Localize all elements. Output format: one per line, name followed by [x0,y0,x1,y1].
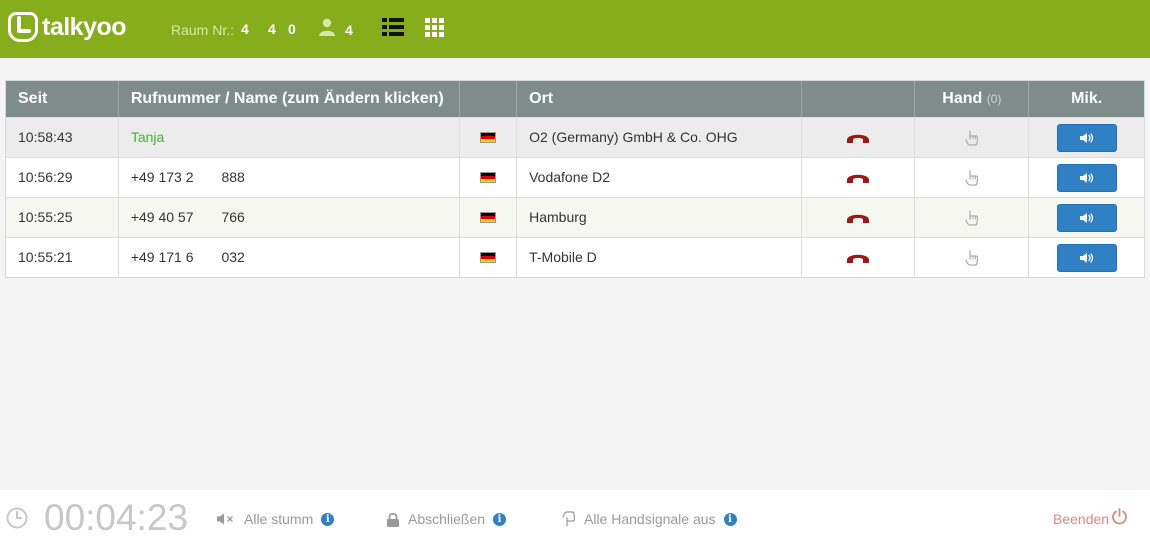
lock-button[interactable]: Abschließen i [386,511,507,527]
info-icon[interactable]: i [493,512,507,526]
table-row: 10:56:29 +49 173 2 888 Vodafone D2 [6,157,1144,197]
call-timer: 00:04:23 [44,497,189,538]
column-header-seit: Seit [6,81,119,117]
mic-button[interactable] [1056,203,1117,232]
info-icon[interactable]: i [321,512,335,526]
hand-icon[interactable] [965,129,979,146]
user-icon [319,18,335,36]
speaker-icon [1079,252,1093,263]
number-cell[interactable]: Tanja [119,118,461,157]
status-cell [802,238,916,277]
column-header-mic: Mik. [1071,90,1103,107]
time-cell: 10:55:21 [6,238,119,277]
hand-cell [915,198,1030,237]
number-cell[interactable]: +49 171 6 032 [119,238,461,277]
status-cell [802,158,916,197]
hand-cell [915,238,1030,277]
column-header-flag [460,81,518,117]
mic-cell [1029,118,1144,157]
table-row: 10:58:43 Tanja O2 (Germany) GmbH & Co. O… [6,117,1144,157]
participants-table: Seit Rufnummer / Name (zum Ändern klicke… [5,80,1145,278]
mic-button[interactable] [1056,123,1117,152]
end-call-label[interactable]: Beenden [1053,511,1109,527]
table-row: 10:55:21 +49 171 6 032 T-Mobile D [6,237,1144,277]
hand-count: (0) [986,92,1002,106]
hand-label: Hand [942,90,983,107]
hand-down-icon [562,511,576,527]
time-cell: 10:58:43 [6,118,119,157]
participants-count: 4 [345,22,353,38]
number-cell[interactable]: +49 40 57 766 [119,198,461,237]
top-bar: talkyoo Raum Nr.: 4 4 0 4 [0,0,1150,58]
status-cell [802,198,916,237]
table-row: 10:55:25 +49 40 57 766 Hamburg [6,197,1144,237]
flag-cell [460,118,518,157]
hangup-icon[interactable] [846,172,870,184]
speaker-icon [1079,212,1093,223]
hand-cell [915,118,1030,157]
speaker-mute-icon [217,513,233,525]
column-header-hand: Hand (0) [915,81,1030,117]
mic-button[interactable] [1056,243,1117,272]
germany-flag-icon [480,172,497,183]
hangup-icon[interactable] [846,212,870,224]
location-cell: Vodafone D2 [517,158,802,197]
mute-all-button[interactable]: Alle stumm i [216,511,335,527]
time-cell: 10:56:29 [6,158,119,197]
speaker-icon [1079,172,1093,183]
room-digit: 4 [268,21,276,37]
column-header-status [802,81,916,117]
clock-icon [6,507,28,529]
footer-bar: 00:04:23 Alle stumm i Abschließen i Alle… [0,490,1150,542]
logo-mark-icon [8,12,38,42]
germany-flag-icon [480,132,497,143]
flag-cell [460,238,518,277]
column-header-number: Rufnummer / Name (zum Ändern klicken) [119,81,461,117]
hand-icon[interactable] [965,249,979,266]
flag-cell [460,198,518,237]
mute-all-label: Alle stumm [244,511,314,527]
germany-flag-icon [480,252,497,263]
speaker-icon [1079,132,1093,143]
power-icon[interactable] [1111,508,1128,525]
time-cell: 10:55:25 [6,198,119,237]
mic-cell [1029,158,1144,197]
info-icon[interactable]: i [723,512,737,526]
hand-icon[interactable] [965,209,979,226]
grid-view-icon[interactable] [425,17,445,37]
mic-cell [1029,238,1144,277]
hands-off-label: Alle Handsignale aus [584,511,716,527]
column-header-ort: Ort [517,81,802,117]
lock-label: Abschließen [408,511,486,527]
room-number-label: Raum Nr.: [171,22,235,38]
mic-cell [1029,198,1144,237]
location-cell: O2 (Germany) GmbH & Co. OHG [517,118,802,157]
logo-text: talkyoo [42,12,127,41]
number-cell[interactable]: +49 173 2 888 [119,158,461,197]
status-cell [802,118,916,157]
location-cell: Hamburg [517,198,802,237]
hangup-icon[interactable] [846,252,870,264]
talkyoo-logo: talkyoo [8,12,127,42]
list-view-icon[interactable] [382,17,404,37]
germany-flag-icon [480,212,497,223]
flag-cell [460,158,518,197]
mic-button[interactable] [1056,163,1117,192]
location-cell: T-Mobile D [517,238,802,277]
room-digit: 4 [241,21,249,37]
hands-off-button[interactable]: Alle Handsignale aus i [562,511,737,527]
room-digit: 0 [288,21,296,37]
hand-icon[interactable] [965,169,979,186]
table-header: Seit Rufnummer / Name (zum Ändern klicke… [6,81,1144,117]
hand-cell [915,158,1030,197]
lock-icon [387,512,399,527]
hangup-icon[interactable] [846,132,870,144]
